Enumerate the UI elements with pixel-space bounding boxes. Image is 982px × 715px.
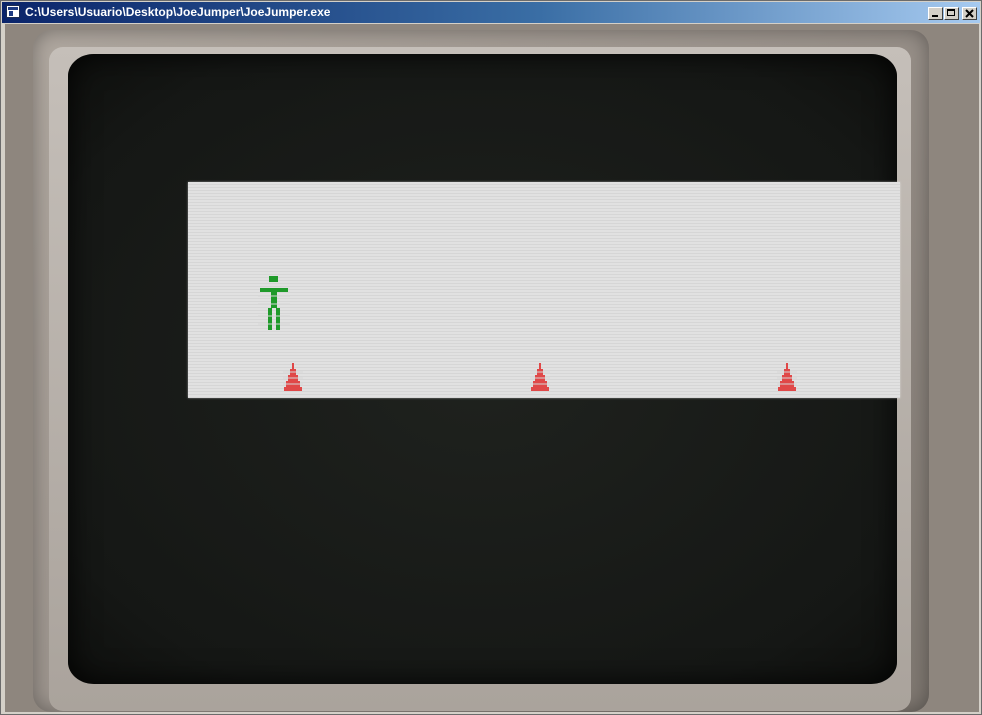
cone-obstacle-icon bbox=[777, 363, 797, 391]
window-title: C:\Users\Usuario\Desktop\JoeJumper\JoeJu… bbox=[25, 5, 331, 19]
minimize-button[interactable] bbox=[928, 7, 943, 20]
close-icon bbox=[965, 9, 974, 18]
cone-obstacle-icon bbox=[283, 363, 303, 391]
crt-screen bbox=[68, 54, 900, 684]
app-icon[interactable] bbox=[6, 5, 20, 18]
game-viewport[interactable] bbox=[5, 24, 979, 712]
player-joe-sprite bbox=[258, 276, 290, 330]
app-window: C:\Users\Usuario\Desktop\JoeJumper\JoeJu… bbox=[0, 0, 982, 715]
cone-obstacle-icon bbox=[530, 363, 550, 391]
playfield bbox=[188, 182, 900, 398]
close-button[interactable] bbox=[962, 7, 977, 20]
maximize-icon bbox=[947, 9, 955, 16]
minimize-icon bbox=[932, 15, 938, 17]
maximize-button[interactable] bbox=[944, 7, 959, 20]
title-bar[interactable]: C:\Users\Usuario\Desktop\JoeJumper\JoeJu… bbox=[2, 2, 980, 23]
